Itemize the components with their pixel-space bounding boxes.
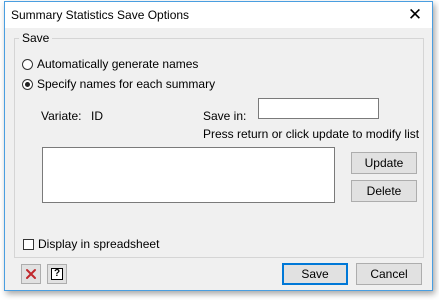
radio-auto-label: Automatically generate names bbox=[37, 57, 199, 71]
update-button[interactable]: Update bbox=[351, 152, 417, 174]
clear-button[interactable] bbox=[21, 264, 41, 284]
cancel-button[interactable]: Cancel bbox=[356, 263, 422, 285]
radio-specify-indicator[interactable] bbox=[22, 78, 33, 90]
save-in-field[interactable] bbox=[258, 98, 379, 119]
display-in-spreadsheet-label: Display in spreadsheet bbox=[38, 237, 160, 251]
update-hint-text: Press return or click update to modify l… bbox=[203, 127, 420, 141]
save-in-label: Save in: bbox=[203, 109, 247, 123]
display-in-spreadsheet-box[interactable] bbox=[23, 238, 34, 250]
variate-label: Variate: bbox=[41, 109, 82, 123]
question-mark-icon: ? bbox=[51, 268, 63, 280]
radio-specify-names[interactable]: Specify names for each summary bbox=[22, 77, 215, 91]
delete-button[interactable]: Delete bbox=[351, 180, 417, 202]
dialog-backdrop: Summary Statistics Save Options ✕ Save A… bbox=[0, 0, 439, 300]
red-x-icon bbox=[26, 269, 36, 279]
radio-specify-label: Specify names for each summary bbox=[37, 77, 216, 91]
radio-auto-generate-names[interactable]: Automatically generate names bbox=[22, 57, 198, 71]
help-button[interactable]: ? bbox=[47, 264, 67, 284]
window-title: Summary Statistics Save Options bbox=[11, 8, 190, 22]
summary-names-list[interactable] bbox=[42, 147, 335, 203]
variate-value: ID bbox=[91, 109, 103, 123]
display-in-spreadsheet-checkbox[interactable]: Display in spreadsheet bbox=[23, 237, 159, 251]
save-options-dialog: Summary Statistics Save Options ✕ Save A… bbox=[4, 1, 433, 291]
save-button[interactable]: Save bbox=[282, 263, 348, 285]
title-bar: Summary Statistics Save Options ✕ bbox=[5, 2, 432, 28]
save-group-legend: Save bbox=[19, 31, 53, 45]
radio-auto-indicator[interactable] bbox=[22, 58, 33, 70]
close-icon[interactable]: ✕ bbox=[404, 4, 426, 26]
